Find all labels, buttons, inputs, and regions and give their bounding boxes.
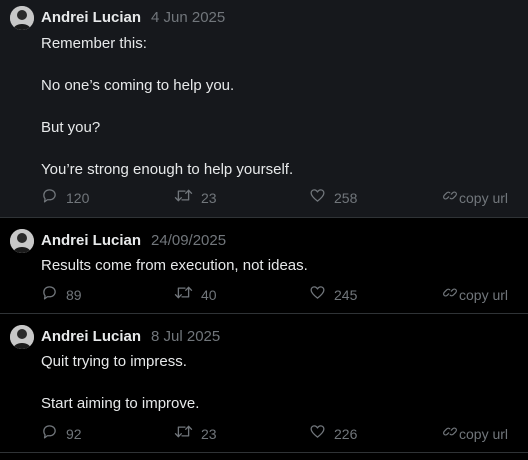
- reply-button[interactable]: 92: [41, 420, 82, 442]
- feed: Andrei Lucian 4 Jun 2025 Remember this: …: [0, 0, 528, 453]
- reply-icon: [43, 285, 56, 300]
- heart-icon: [310, 424, 325, 438]
- retweet-icon: [174, 425, 193, 437]
- copy-url-label: copy url: [459, 287, 509, 303]
- post-header: Andrei Lucian 4 Jun 2025: [41, 9, 225, 26]
- avatar[interactable]: [10, 229, 34, 253]
- post-actions: 92 23 226 copy url: [0, 420, 528, 442]
- copy-url-label: copy url: [459, 190, 509, 206]
- like-count: 245: [334, 287, 358, 303]
- copy-url-label: copy url: [459, 426, 509, 442]
- retweet-button[interactable]: 23: [174, 184, 217, 206]
- like-button[interactable]: 258: [309, 184, 357, 206]
- post-text: Start aiming to improve.: [41, 395, 200, 412]
- like-count: 226: [334, 426, 358, 442]
- post-date[interactable]: 24/09/2025: [151, 232, 226, 249]
- reply-icon: [43, 424, 56, 439]
- author-name[interactable]: Andrei Lucian: [41, 232, 141, 249]
- heart-icon: [310, 188, 325, 202]
- retweet-count: 23: [201, 190, 217, 206]
- post-date[interactable]: 8 Jul 2025: [151, 328, 220, 345]
- post-text: Remember this:: [41, 35, 147, 52]
- retweet-button[interactable]: 40: [174, 281, 217, 303]
- link-icon: [443, 426, 457, 436]
- post-body: Quit trying to impress. Start aiming to …: [41, 351, 511, 414]
- author-name[interactable]: Andrei Lucian: [41, 9, 141, 26]
- post-body: Results come from execution, not ideas.: [41, 255, 511, 276]
- reply-icon: [43, 188, 56, 203]
- post-actions: 89 40 245 copy url: [0, 281, 528, 303]
- post-text: You’re strong enough to help yourself.: [41, 161, 294, 178]
- link-icon: [443, 287, 457, 297]
- post-body: Remember this: No one’s coming to help y…: [41, 33, 511, 180]
- like-button[interactable]: 226: [309, 420, 357, 442]
- heart-icon: [310, 285, 325, 299]
- avatar[interactable]: [10, 6, 34, 30]
- copy-url-button[interactable]: copy url: [442, 420, 508, 442]
- copy-url-button[interactable]: copy url: [442, 184, 508, 206]
- post[interactable]: Andrei Lucian 4 Jun 2025 Remember this: …: [0, 0, 528, 218]
- retweet-icon: [174, 189, 193, 201]
- like-count: 258: [334, 190, 358, 206]
- retweet-count: 23: [201, 426, 217, 442]
- reply-count: 120: [66, 190, 90, 206]
- post-text: Quit trying to impress.: [41, 353, 187, 370]
- reply-button[interactable]: 89: [41, 281, 82, 303]
- copy-url-button[interactable]: copy url: [442, 281, 508, 303]
- post-text: No one’s coming to help you.: [41, 77, 235, 94]
- avatar[interactable]: [10, 325, 34, 349]
- post-actions: 120 23 258 copy url: [0, 184, 528, 206]
- author-name[interactable]: Andrei Lucian: [41, 328, 141, 345]
- post-text: But you?: [41, 119, 101, 136]
- retweet-count: 40: [201, 287, 217, 303]
- post[interactable]: Andrei Lucian 8 Jul 2025 Quit trying to …: [0, 314, 528, 453]
- retweet-button[interactable]: 23: [174, 420, 217, 442]
- post-header: Andrei Lucian 24/09/2025: [41, 232, 226, 249]
- reply-count: 89: [66, 287, 82, 303]
- reply-count: 92: [66, 426, 82, 442]
- post[interactable]: Andrei Lucian 24/09/2025 Results come fr…: [0, 218, 528, 314]
- post-header: Andrei Lucian 8 Jul 2025: [41, 328, 220, 345]
- retweet-icon: [174, 286, 193, 298]
- post-date[interactable]: 4 Jun 2025: [151, 9, 225, 26]
- reply-button[interactable]: 120: [41, 184, 89, 206]
- link-icon: [443, 190, 457, 200]
- post-text: Results come from execution, not ideas.: [41, 257, 308, 274]
- like-button[interactable]: 245: [309, 281, 357, 303]
